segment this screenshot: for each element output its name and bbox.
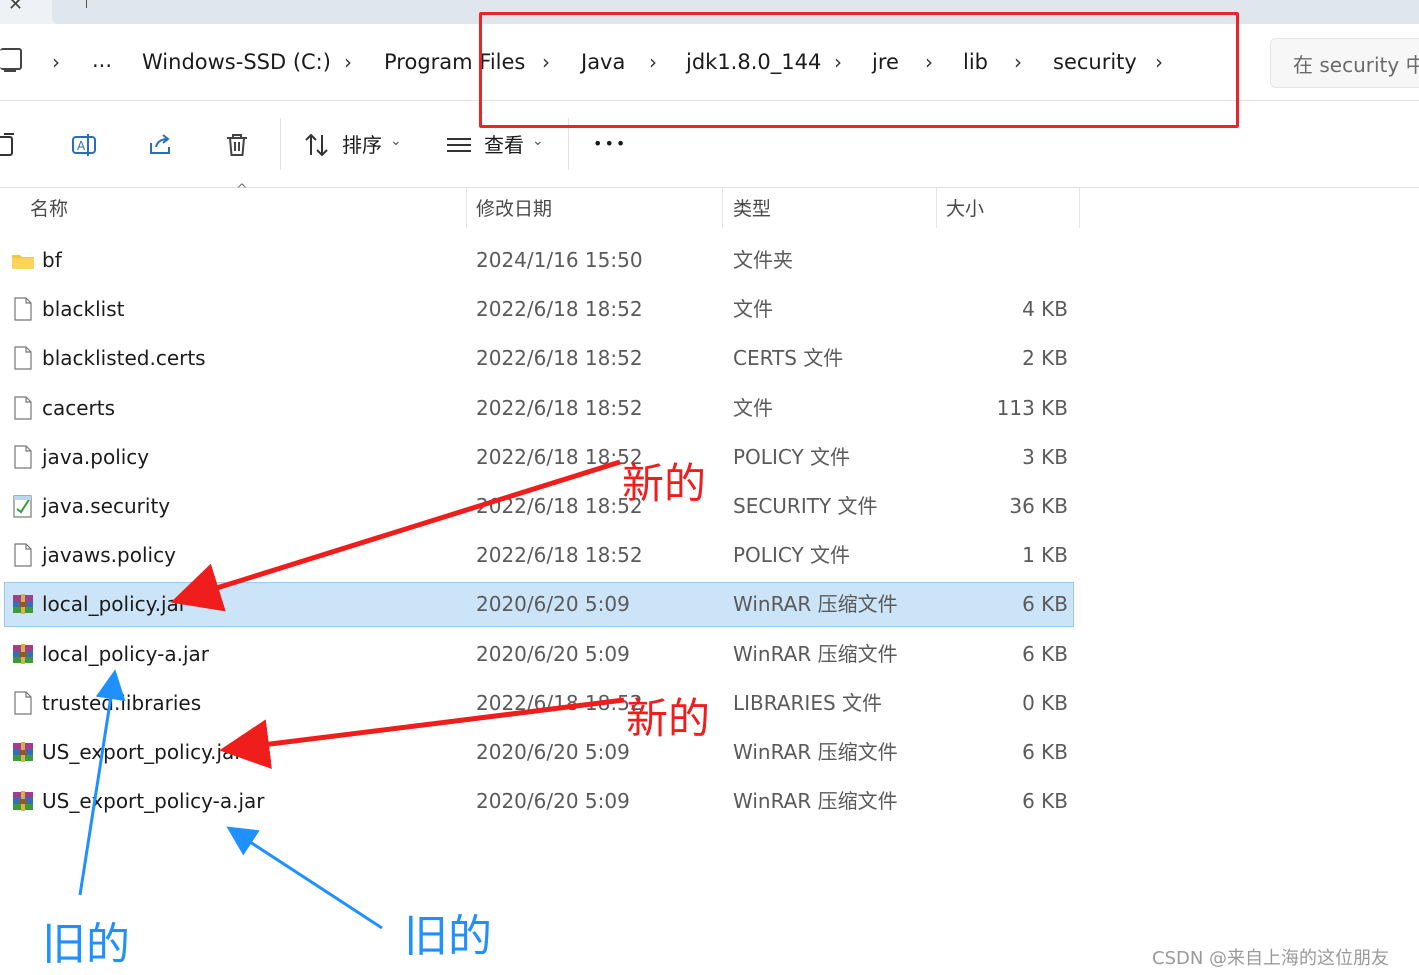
- annotation-new-label: 新的: [626, 694, 711, 743]
- blue-arrow-local-policy-a: [78, 669, 126, 896]
- watermark: CSDN @来自上海的这位朋友: [1152, 948, 1390, 969]
- annotation-old-label: 旧的: [42, 919, 130, 970]
- red-arrow-us-export-policy: [219, 697, 625, 769]
- annotation-arrows: [78, 459, 625, 930]
- annotation-new-label: 新的: [622, 459, 707, 508]
- annotation-old-label: 旧的: [404, 911, 492, 962]
- blue-arrow-us-export-policy-a: [226, 826, 383, 930]
- red-arrow-local-policy: [170, 459, 621, 612]
